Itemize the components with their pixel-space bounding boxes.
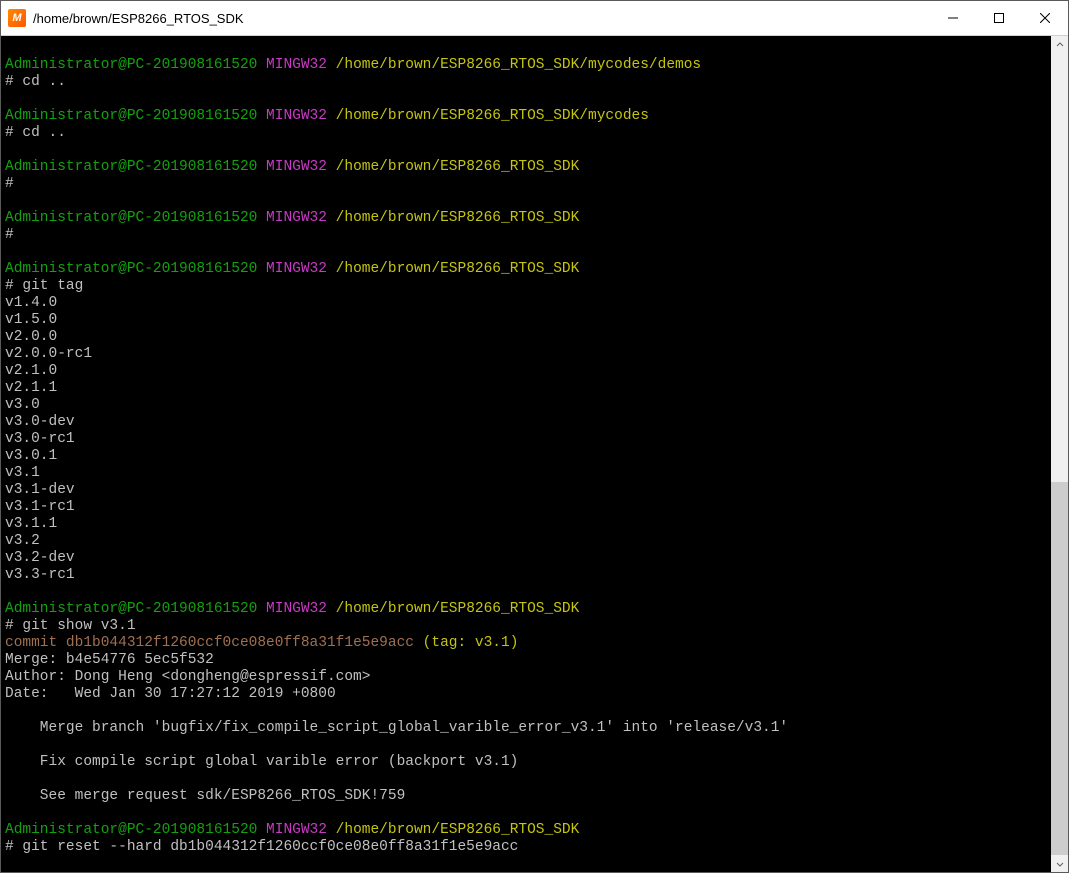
vertical-scrollbar[interactable] [1051,36,1068,872]
app-icon: M [8,9,26,27]
scrollbar-track[interactable] [1051,53,1068,855]
content-area: Administrator@PC-201908161520 MINGW32 /h… [1,36,1068,872]
maximize-icon [994,13,1004,23]
title-bar[interactable]: M /home/brown/ESP8266_RTOS_SDK [1,1,1068,36]
app-window: M /home/brown/ESP8266_RTOS_SDK Administr… [0,0,1069,873]
window-title: /home/brown/ESP8266_RTOS_SDK [33,11,244,26]
chevron-up-icon[interactable] [1051,36,1068,53]
close-icon [1040,13,1050,23]
maximize-button[interactable] [976,1,1022,36]
minimize-button[interactable] [930,1,976,36]
scrollbar-thumb[interactable] [1051,482,1068,855]
terminal-output[interactable]: Administrator@PC-201908161520 MINGW32 /h… [1,36,1051,872]
close-button[interactable] [1022,1,1068,36]
minimize-icon [948,13,958,23]
app-icon-letter: M [12,12,21,24]
chevron-down-icon[interactable] [1051,855,1068,872]
